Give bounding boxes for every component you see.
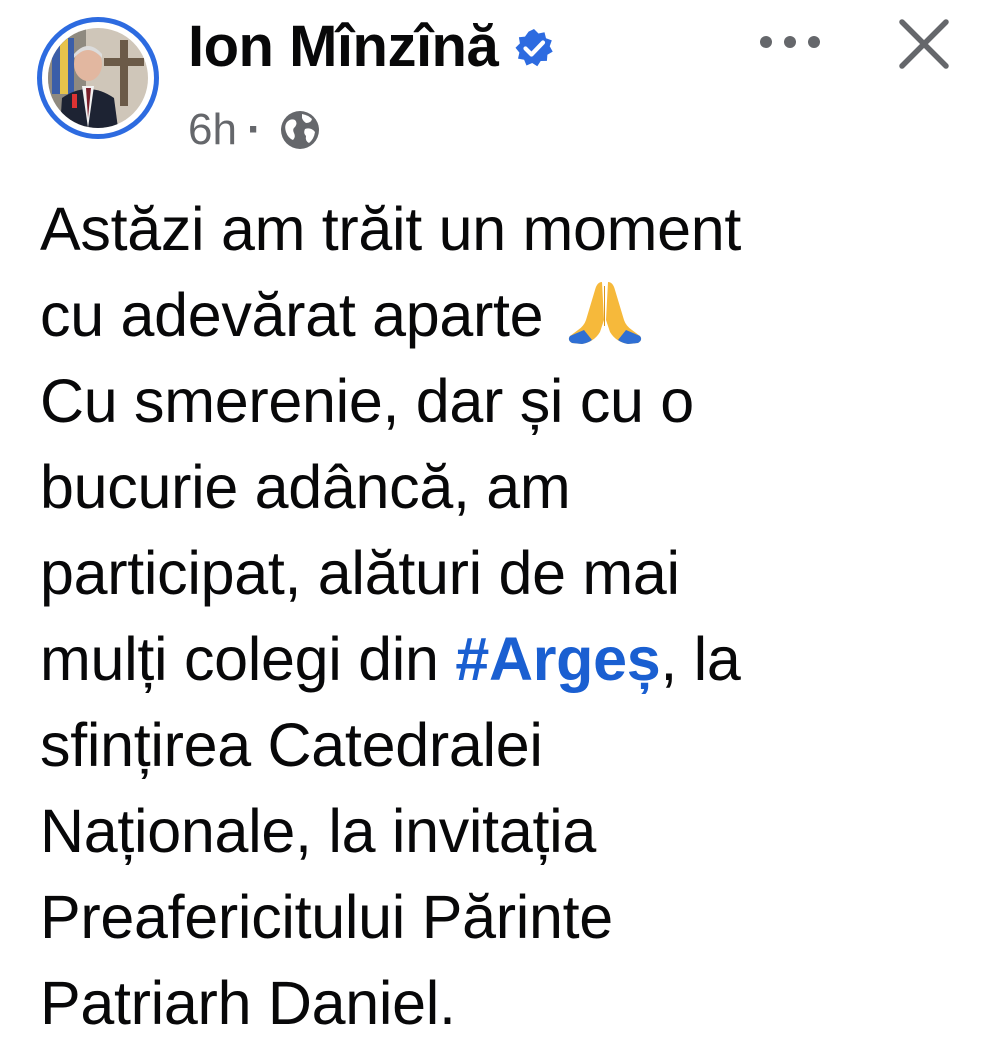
post-text-line: Patriarh Daniel. — [40, 969, 456, 1037]
praying-hands-emoji — [564, 280, 646, 346]
post-text-line: Preafericitului Părinte — [40, 883, 613, 951]
avatar-photo — [48, 28, 148, 128]
post-text-line: participat, alături de mai — [40, 539, 680, 607]
post-text-line: sfințirea Catedralei — [40, 711, 543, 779]
post-text-line: bucurie adâncă, am — [40, 453, 571, 521]
post-meta: 6h · — [188, 104, 322, 156]
globe-icon — [278, 108, 322, 152]
more-options-button[interactable] — [750, 20, 830, 64]
post-text-line: cu adevărat aparte — [40, 272, 960, 358]
hashtag-link[interactable]: #Argeș — [455, 625, 660, 693]
close-icon — [899, 19, 949, 69]
post-text-line: Naționale, la invitația — [40, 797, 596, 865]
post-text-line: Astăzi am trăit un moment — [40, 195, 742, 263]
post-header: Ion Mînzînă 6h · — [0, 0, 985, 170]
post-text-fragment: , la — [660, 625, 741, 693]
post-text-line: mulți colegi din #Argeș, la — [40, 616, 960, 702]
author-name[interactable]: Ion Mînzînă — [188, 13, 499, 80]
close-button[interactable] — [888, 8, 960, 80]
post-text: Astăzi am trăit un moment cu adevărat ap… — [40, 186, 960, 1046]
post-text-fragment: cu adevărat aparte — [40, 281, 544, 349]
author-avatar[interactable] — [37, 17, 159, 139]
post-timestamp[interactable]: 6h — [188, 105, 237, 155]
post-text-fragment: mulți colegi din — [40, 625, 456, 693]
meta-separator: · — [246, 105, 262, 154]
more-options-icon — [760, 36, 820, 48]
author-line: Ion Mînzînă — [188, 10, 554, 82]
post-text-line: Cu smerenie, dar și cu o — [40, 367, 694, 435]
verified-badge-icon — [514, 28, 554, 68]
